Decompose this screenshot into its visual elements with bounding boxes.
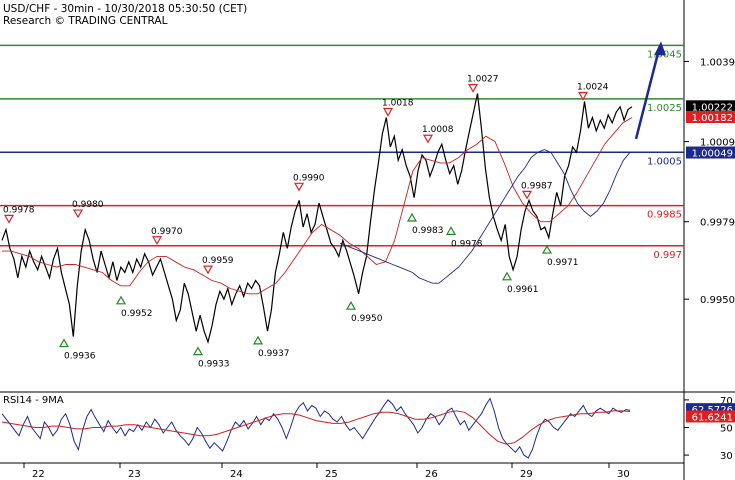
- high-label-4: 0.9990: [293, 173, 325, 183]
- x-tick-label-2: 24: [230, 469, 243, 480]
- low-label-11: 0.9936: [64, 352, 96, 362]
- high-label-1: 0.9980: [72, 200, 104, 210]
- high-label-0: 0.9978: [3, 205, 35, 215]
- chart: 1.00451.00251.00050.99850.997 0.99780.99…: [0, 0, 735, 480]
- high-label-5: 1.0018: [382, 99, 414, 109]
- chart-subtitle: Research © TRADING CENTRAL: [3, 15, 168, 27]
- low-label-16: 0.9978: [451, 239, 483, 249]
- x-tick-label-0: 22: [32, 469, 45, 480]
- high-label-8: 0.9987: [521, 181, 553, 191]
- rsi-axis: 70503062.572661.6241: [684, 396, 735, 462]
- rsi-tick-label-1: 50: [720, 424, 733, 435]
- high-label-3: 0.9959: [202, 256, 234, 266]
- low-label-13: 0.9937: [258, 349, 290, 359]
- chart-title: USD/CHF - 30min - 10/30/2018 05:30:50 (C…: [3, 3, 247, 15]
- x-tick-label-3: 25: [325, 469, 338, 480]
- price-badges: 1.002221.001821.00049: [686, 100, 735, 160]
- high-label-9: 1.0024: [577, 83, 609, 93]
- level-label-2: 1.0005: [647, 156, 682, 167]
- low-label-12: 0.9933: [198, 360, 230, 370]
- y-tick-label-3: 0.9950: [700, 295, 735, 306]
- time-axis: 22 23 24 25 26 29 30: [23, 463, 630, 480]
- low-label-14: 0.9950: [351, 314, 383, 324]
- x-tick-label-1: 23: [128, 469, 141, 480]
- price-axis: 1.00391.00090.99790.9950: [684, 57, 735, 306]
- level-label-1: 1.0025: [647, 103, 682, 114]
- low-label-18: 0.9971: [547, 258, 579, 268]
- rsi-badge-label-1: 61.6241: [692, 412, 733, 423]
- rsi-tick-label-2: 30: [720, 451, 733, 462]
- price-panel: [0, 0, 684, 390]
- high-label-6: 1.0008: [422, 125, 454, 135]
- y-tick-label-0: 1.0039: [700, 57, 735, 68]
- level-label-3: 0.9985: [647, 210, 682, 221]
- low-label-10: 0.9952: [121, 309, 153, 319]
- price-badge-label-2: 1.00049: [692, 149, 733, 160]
- low-label-17: 0.9961: [507, 285, 539, 295]
- level-label-4: 0.997: [653, 250, 682, 261]
- x-tick-label-4: 26: [425, 469, 438, 480]
- price-badge-label-1: 1.00182: [692, 113, 733, 124]
- rsi-title: RSI14 - 9MA: [3, 395, 64, 406]
- high-label-7: 1.0027: [467, 74, 499, 84]
- low-label-15: 0.9983: [412, 226, 444, 236]
- x-tick-label-6: 30: [617, 469, 630, 480]
- high-label-2: 0.9970: [151, 227, 183, 237]
- y-tick-label-2: 0.9979: [700, 218, 735, 229]
- x-tick-label-5: 29: [520, 469, 533, 480]
